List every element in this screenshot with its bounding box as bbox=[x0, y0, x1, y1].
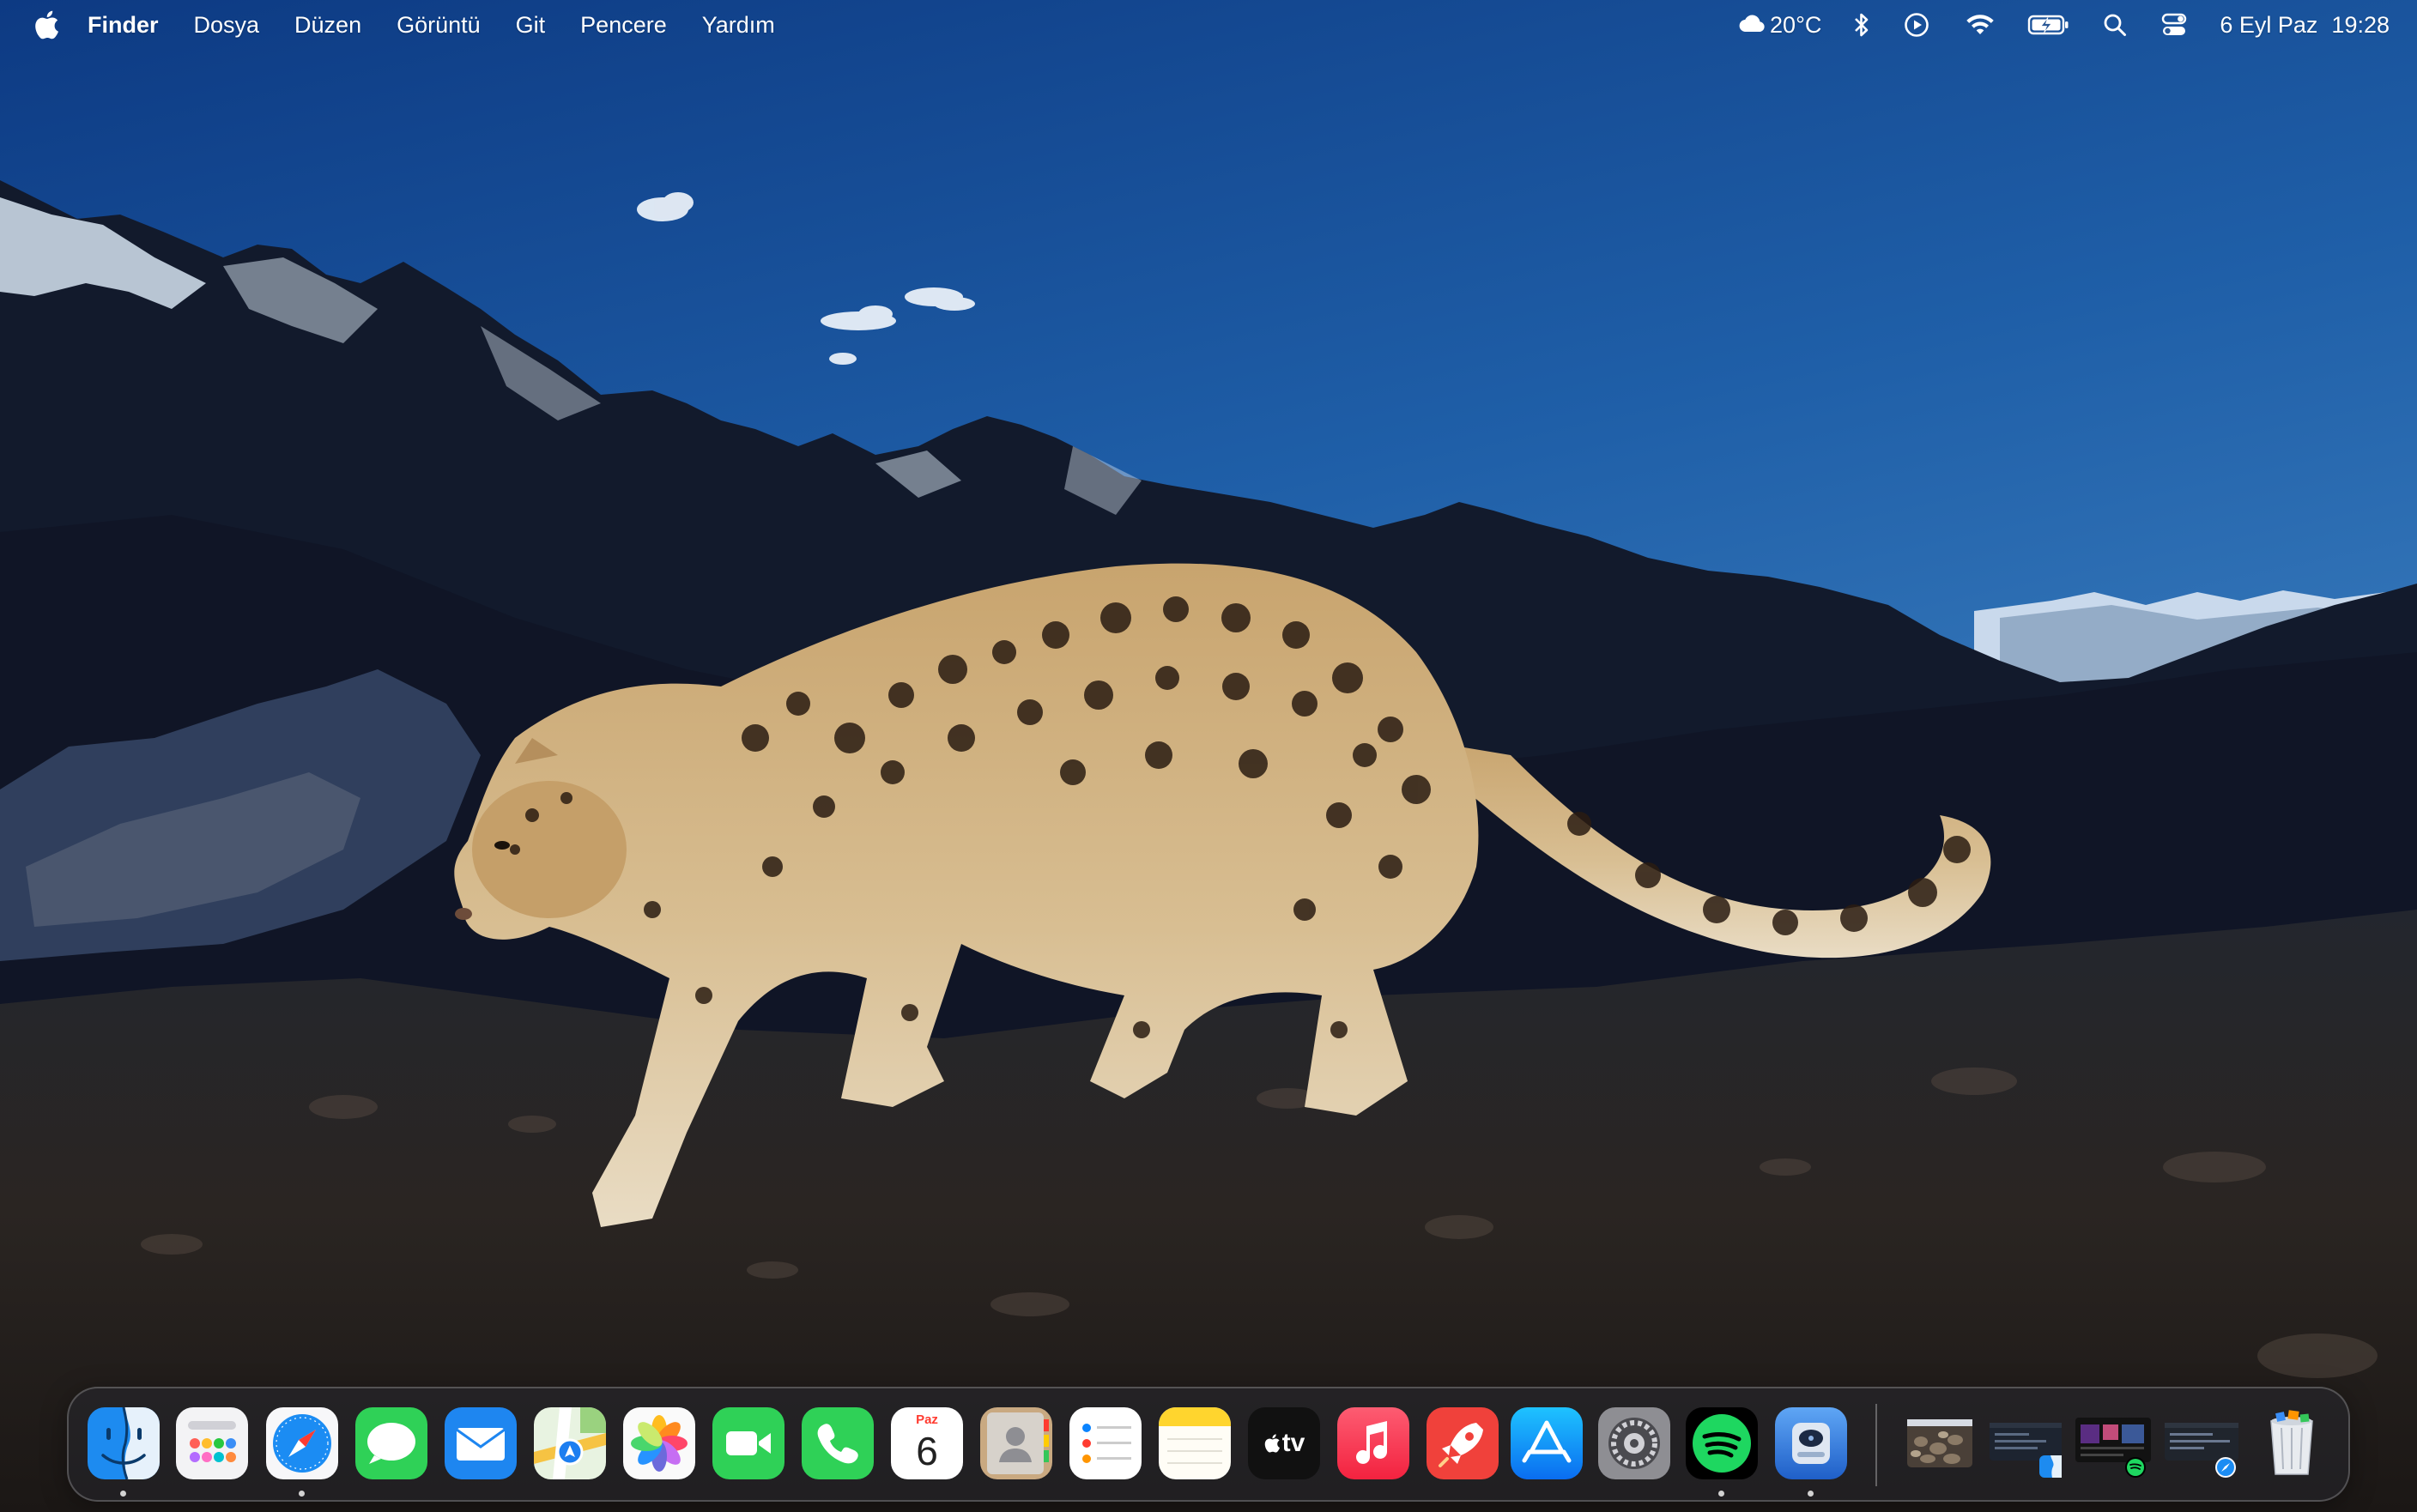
menu-dosya[interactable]: Dosya bbox=[194, 12, 260, 39]
dock-running-indicator bbox=[1808, 1491, 1814, 1497]
dock-app-store[interactable] bbox=[1511, 1407, 1583, 1479]
dock-minimized-finder-window[interactable] bbox=[1986, 1407, 2069, 1479]
menu-goruntu[interactable]: Görüntü bbox=[397, 12, 481, 39]
calendar-month: Paz bbox=[916, 1412, 938, 1427]
menu-bar: Finder Dosya Düzen Görüntü Git Pencere Y… bbox=[0, 0, 2417, 50]
notes-icon bbox=[1159, 1407, 1231, 1479]
wifi-icon[interactable] bbox=[1966, 0, 1995, 50]
weather-widget[interactable]: 20°C bbox=[1739, 0, 1821, 50]
trash-icon bbox=[2270, 1410, 2313, 1475]
dock-music[interactable] bbox=[1337, 1407, 1409, 1479]
rocket-icon bbox=[1427, 1407, 1499, 1479]
dock-minimized-spotify-window[interactable] bbox=[2072, 1407, 2154, 1479]
dock-minimized-photo-window[interactable] bbox=[1899, 1407, 1981, 1479]
menu-bar-left: Finder Dosya Düzen Görüntü Git Pencere Y… bbox=[0, 0, 810, 50]
dock-disk-utility[interactable] bbox=[1775, 1407, 1847, 1479]
dock-running-indicator bbox=[299, 1491, 305, 1497]
menu-bar-status-area: 20°C 6 Eyl Paz 19:28 bbox=[1739, 0, 2390, 50]
messages-icon bbox=[355, 1407, 427, 1479]
now-playing-icon[interactable] bbox=[1904, 0, 1929, 50]
contacts-icon bbox=[980, 1407, 1052, 1479]
desktop-wallpaper bbox=[0, 0, 2417, 1512]
dock-system-settings[interactable] bbox=[1598, 1407, 1670, 1479]
dock-finder[interactable] bbox=[88, 1407, 160, 1479]
apple-menu-icon[interactable] bbox=[29, 8, 64, 42]
safari-window-thumbnail bbox=[2165, 1423, 2238, 1478]
facetime-icon bbox=[712, 1407, 784, 1479]
apple-tv-label: tv bbox=[1281, 1429, 1305, 1457]
menu-time: 19:28 bbox=[2331, 11, 2390, 38]
dock-rocket-typist[interactable] bbox=[1427, 1407, 1499, 1479]
dock-launchpad[interactable] bbox=[176, 1407, 248, 1479]
menu-app-name[interactable]: Finder bbox=[88, 12, 159, 39]
app-store-icon bbox=[1511, 1407, 1583, 1479]
reminders-icon bbox=[1069, 1407, 1142, 1479]
system-settings-icon bbox=[1598, 1407, 1670, 1479]
photo-window-thumbnail bbox=[1907, 1419, 1972, 1467]
dock-facetime[interactable] bbox=[712, 1407, 784, 1479]
phone-icon bbox=[802, 1407, 874, 1479]
menu-git[interactable]: Git bbox=[516, 12, 546, 39]
dock-running-indicator bbox=[120, 1491, 126, 1497]
bluetooth-icon[interactable] bbox=[1854, 0, 1869, 50]
dock-notes[interactable] bbox=[1159, 1407, 1231, 1479]
apple-logo-glyph bbox=[1264, 1434, 1280, 1453]
dock-safari[interactable] bbox=[266, 1407, 338, 1479]
maps-icon bbox=[534, 1407, 606, 1479]
menu-yardim[interactable]: Yardım bbox=[702, 12, 775, 39]
mail-icon bbox=[445, 1407, 517, 1479]
dock-minimized-safari-window[interactable] bbox=[2161, 1407, 2244, 1479]
control-center-icon[interactable] bbox=[2161, 0, 2187, 50]
launchpad-icon bbox=[176, 1407, 248, 1479]
calendar-day: 6 bbox=[916, 1429, 938, 1473]
dock-running-indicator bbox=[1718, 1491, 1724, 1497]
dock-spotify[interactable] bbox=[1686, 1407, 1758, 1479]
dock-photos[interactable] bbox=[623, 1407, 695, 1479]
music-icon bbox=[1337, 1407, 1409, 1479]
dock-phone[interactable] bbox=[802, 1407, 874, 1479]
dock-messages[interactable] bbox=[355, 1407, 427, 1479]
dock-reminders[interactable] bbox=[1069, 1407, 1142, 1479]
apple-tv-icon: tv bbox=[1248, 1407, 1320, 1479]
dock-mail[interactable] bbox=[445, 1407, 517, 1479]
dock-maps[interactable] bbox=[534, 1407, 606, 1479]
menu-pencere[interactable]: Pencere bbox=[580, 12, 667, 39]
safari-icon bbox=[266, 1407, 338, 1479]
dock-calendar[interactable]: Paz 6 bbox=[891, 1407, 963, 1479]
menu-date: 6 Eyl Paz bbox=[2220, 11, 2318, 38]
dock-trash[interactable] bbox=[2256, 1407, 2328, 1479]
finder-window-thumbnail bbox=[1990, 1423, 2062, 1478]
dock-apple-tv[interactable]: tv bbox=[1248, 1407, 1320, 1479]
photos-icon bbox=[623, 1407, 695, 1479]
spotify-window-thumbnail bbox=[2075, 1418, 2151, 1478]
dock-separator bbox=[1875, 1404, 1877, 1486]
menu-duzen[interactable]: Düzen bbox=[294, 12, 361, 39]
spotify-icon bbox=[1686, 1407, 1758, 1479]
spotlight-search-icon[interactable] bbox=[2103, 0, 2127, 50]
finder-icon bbox=[88, 1407, 160, 1479]
cloud-icon bbox=[1739, 12, 1766, 39]
battery-charging-icon[interactable] bbox=[2027, 0, 2070, 50]
weather-temperature: 20°C bbox=[1770, 11, 1822, 38]
dock-contacts[interactable] bbox=[980, 1407, 1052, 1479]
disk-utility-icon bbox=[1775, 1407, 1847, 1479]
clock-widget[interactable]: 6 Eyl Paz 19:28 bbox=[2220, 0, 2390, 50]
